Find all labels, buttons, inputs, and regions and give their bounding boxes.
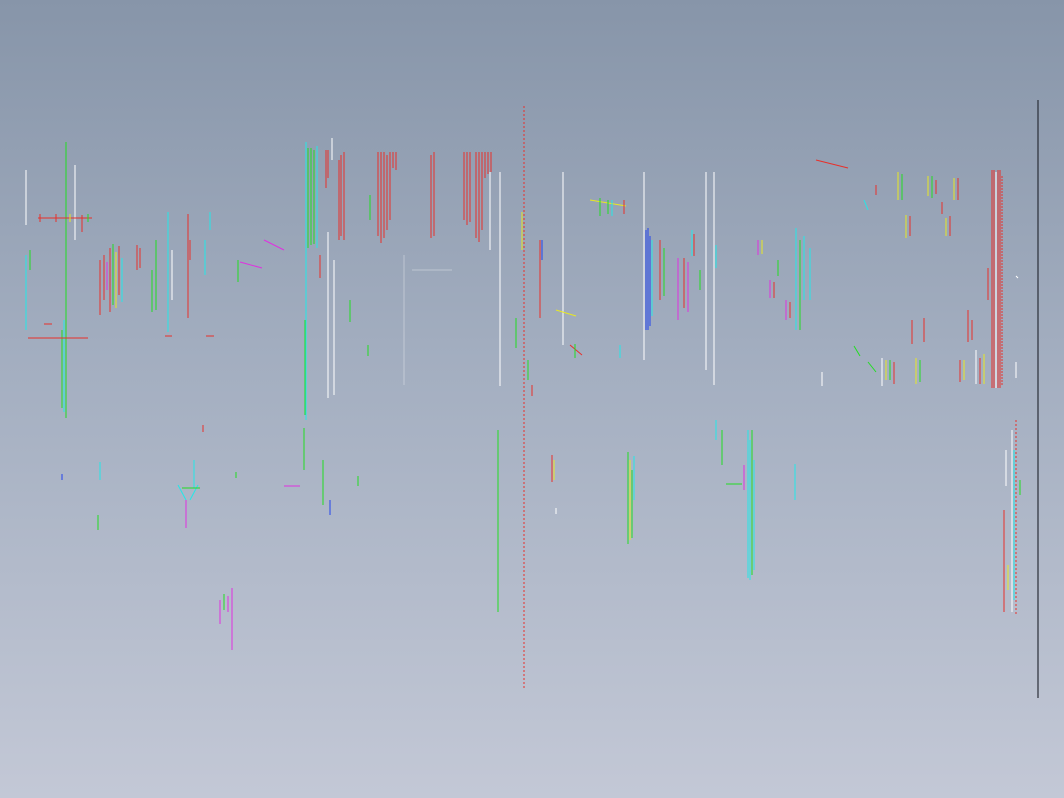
left-view (25, 142, 237, 650)
right-red-column (991, 170, 1003, 388)
middle-right-view (539, 172, 796, 580)
cyan-bottom-column (715, 420, 755, 580)
blue-hatch-column (645, 228, 653, 330)
cad-viewport[interactable] (0, 0, 1064, 798)
middle-left-view (237, 138, 501, 515)
right-view (757, 159, 1021, 614)
right-bottom-column (1003, 420, 1021, 614)
left-top-features (38, 214, 92, 222)
center-bottom-column (627, 452, 635, 544)
left-hatch-cluster (99, 212, 211, 332)
cad-drawing (25, 100, 1039, 698)
left-nozzle-shape (177, 460, 200, 528)
left-bottom-detail (219, 588, 233, 650)
red-hatch-bars (325, 150, 492, 243)
